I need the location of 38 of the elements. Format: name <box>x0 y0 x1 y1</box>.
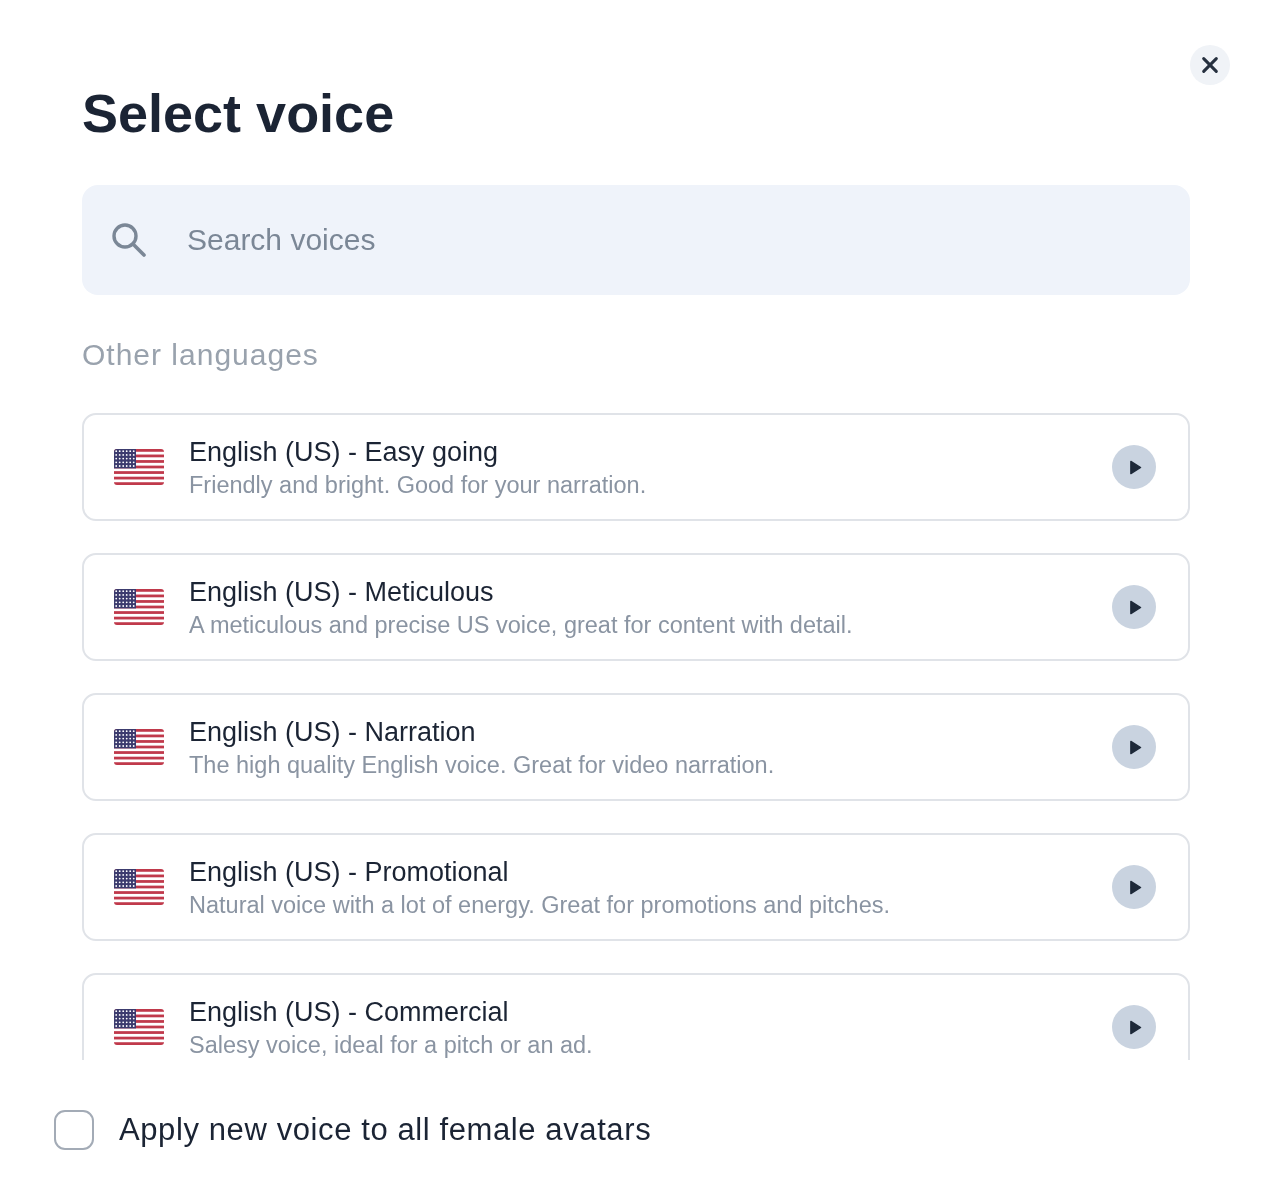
us-flag-icon <box>114 729 164 765</box>
voice-description: Salesy voice, ideal for a pitch or an ad. <box>189 1030 593 1059</box>
checkbox-label[interactable]: Apply new voice to all female avatars <box>119 1111 652 1149</box>
close-button[interactable] <box>1190 45 1230 85</box>
search-field[interactable]: Search voices <box>82 185 1190 295</box>
voice-card[interactable]: English (US) - Narration The high quality English voice. Great for video narration. <box>82 693 1190 801</box>
dialog-title: Select voice <box>82 82 395 145</box>
voice-description: The high quality English voice. Great for video narration. <box>189 750 775 779</box>
play-button[interactable] <box>1112 725 1156 769</box>
voice-description: Natural voice with a lot of energy. Great for promotions and pitches. <box>189 890 890 919</box>
voice-description: A meticulous and precise US voice, great for content with detail. <box>189 610 853 639</box>
voice-description: Friendly and bright. Good for your narration. <box>189 470 647 499</box>
play-icon <box>1129 879 1142 895</box>
play-icon <box>1129 459 1142 475</box>
play-button[interactable] <box>1112 585 1156 629</box>
voice-name: English (US) - Narration <box>189 715 476 749</box>
voice-card[interactable]: English (US) - Commercial Salesy voice, ideal for a pitch or an ad. <box>82 973 1190 1060</box>
voice-card[interactable]: English (US) - Promotional Natural voice with a lot of energy. Great for promotions and pitches. <box>82 833 1190 941</box>
play-icon <box>1129 599 1142 615</box>
search-icon <box>111 222 147 258</box>
section-label: Other languages <box>82 338 319 372</box>
voice-card[interactable]: English (US) - Meticulous A meticulous and precise US voice, great for content with detail. <box>82 553 1190 661</box>
close-icon <box>1201 56 1219 74</box>
play-button[interactable] <box>1112 865 1156 909</box>
us-flag-icon <box>114 449 164 485</box>
play-icon <box>1129 739 1142 755</box>
us-flag-icon <box>114 589 164 625</box>
us-flag-icon <box>114 1009 164 1045</box>
play-icon <box>1129 1019 1142 1035</box>
play-button[interactable] <box>1112 1005 1156 1049</box>
checkbox[interactable] <box>54 1110 94 1150</box>
us-flag-icon <box>114 869 164 905</box>
voice-name: English (US) - Easy going <box>189 435 499 469</box>
voice-card[interactable]: English (US) - Easy going Friendly and bright. Good for your narration. <box>82 413 1190 521</box>
play-button[interactable] <box>1112 445 1156 489</box>
voice-name: English (US) - Commercial <box>189 995 509 1029</box>
voice-name: English (US) - Meticulous <box>189 575 494 609</box>
voice-name: English (US) - Promotional <box>189 855 509 889</box>
